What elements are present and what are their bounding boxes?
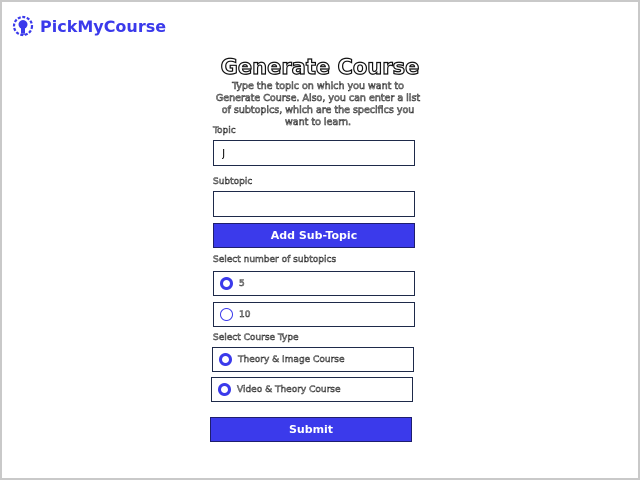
course-type-label: Select Course Type bbox=[213, 333, 299, 344]
subtopic-label: Subtopic bbox=[213, 177, 253, 188]
course-type-video-theory[interactable]: Video & Theory Course bbox=[211, 377, 413, 402]
topic-input[interactable] bbox=[213, 140, 415, 166]
page-title: Generate Course bbox=[220, 54, 420, 79]
brain-bulb-icon bbox=[12, 15, 34, 37]
radio-checked-icon[interactable] bbox=[218, 383, 231, 396]
brand-name: PickMyCourse bbox=[40, 16, 167, 36]
brand-logo[interactable]: PickMyCourse bbox=[10, 12, 166, 40]
num-option-label: 5 bbox=[239, 278, 245, 289]
add-subtopic-button[interactable]: Add Sub-Topic bbox=[213, 223, 415, 248]
radio-checked-icon[interactable] bbox=[220, 277, 233, 290]
num-option-10[interactable]: 10 bbox=[213, 302, 415, 327]
course-type-option-label: Video & Theory Course bbox=[237, 384, 341, 395]
submit-button[interactable]: Submit bbox=[210, 417, 412, 442]
topic-label: Topic bbox=[213, 126, 236, 137]
page-description: Type the topic on which you want to Gene… bbox=[215, 81, 421, 129]
course-type-option-label: Theory & Image Course bbox=[238, 354, 345, 365]
radio-checked-icon[interactable] bbox=[219, 353, 232, 366]
num-subtopics-label: Select number of subtopics bbox=[213, 255, 337, 266]
radio-unchecked-icon[interactable] bbox=[220, 308, 233, 321]
course-type-theory-image[interactable]: Theory & Image Course bbox=[212, 347, 414, 372]
subtopic-input[interactable] bbox=[213, 191, 415, 217]
num-option-label: 10 bbox=[239, 309, 251, 320]
num-option-5[interactable]: 5 bbox=[213, 271, 415, 296]
